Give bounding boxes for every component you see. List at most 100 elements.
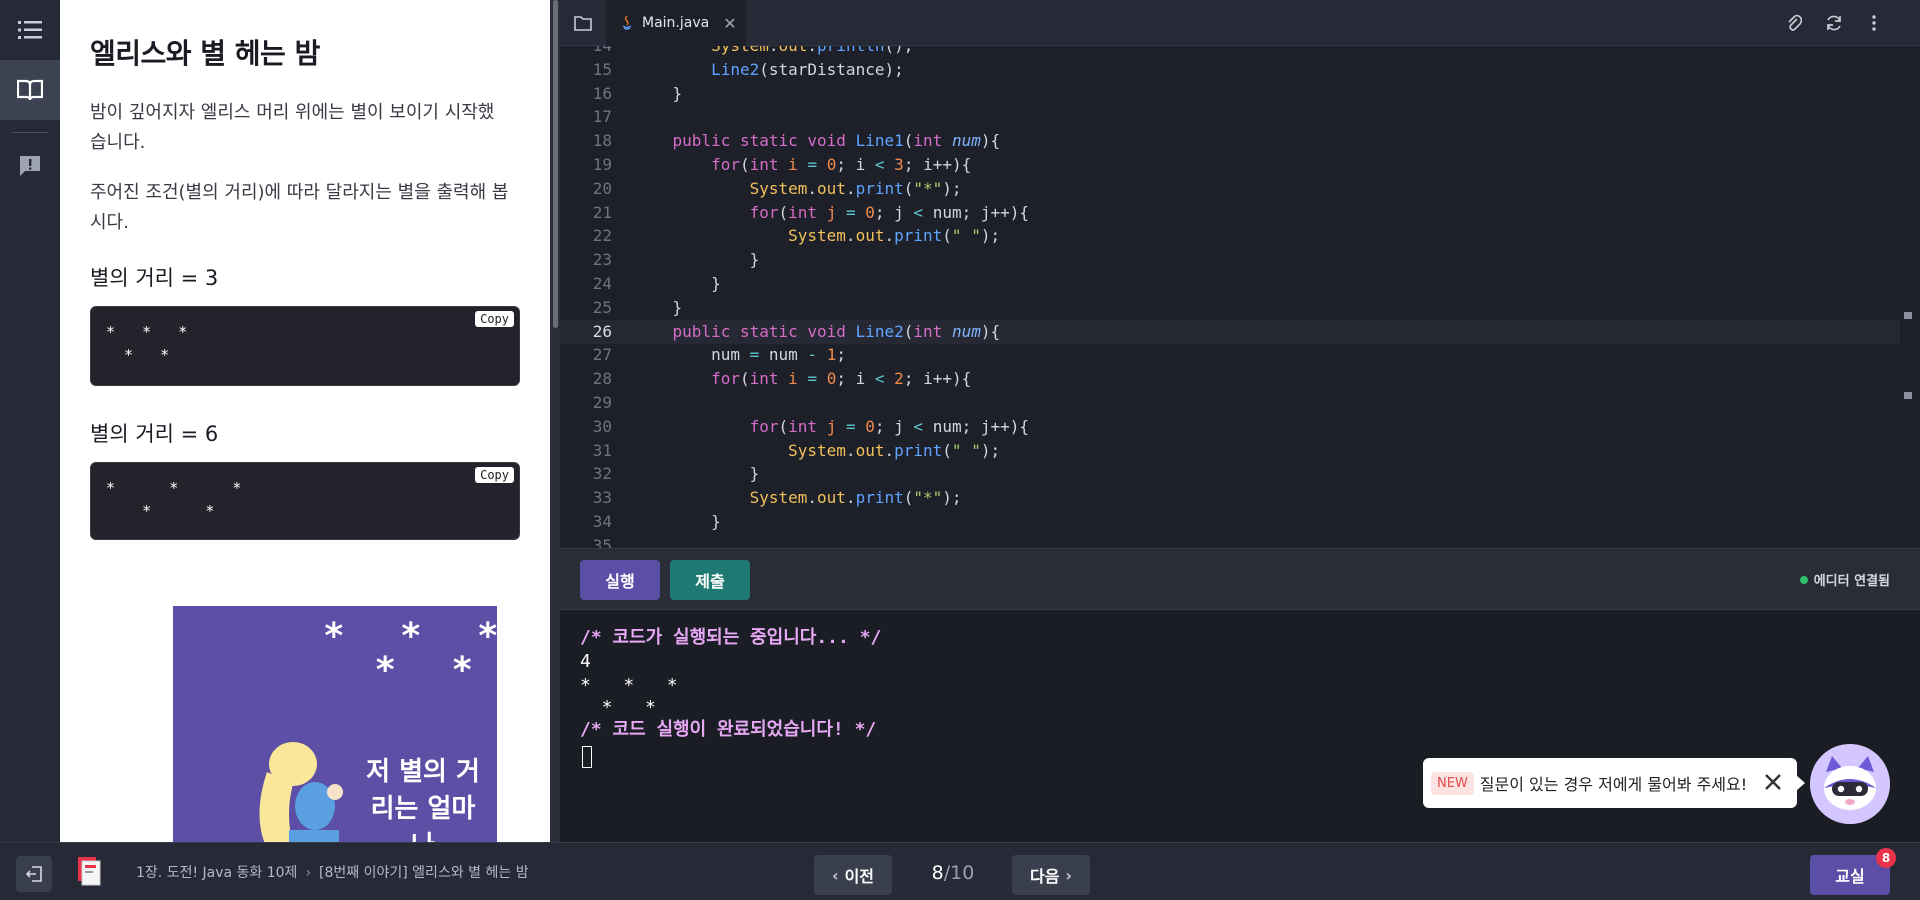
code-line[interactable]: 21 for(int j = 0; j < num; j++){ bbox=[560, 201, 1900, 225]
code-text: System.out.println(); bbox=[634, 46, 913, 58]
line-number: 25 bbox=[592, 297, 612, 317]
code-line[interactable]: 33 System.out.print("*"); bbox=[560, 486, 1900, 510]
classroom-badge: 8 bbox=[1876, 848, 1896, 868]
submit-button[interactable]: 제출 bbox=[670, 560, 750, 600]
run-button[interactable]: 실행 bbox=[580, 560, 660, 600]
line-number: 18 bbox=[592, 131, 612, 151]
curriculum-list-icon[interactable] bbox=[0, 0, 60, 60]
code-line[interactable]: 19 for(int i = 0; i < 3; i++){ bbox=[560, 153, 1900, 177]
copy-button[interactable]: Copy bbox=[475, 467, 514, 483]
breadcrumb-course[interactable]: 1장. 도전! Java 동화 10제 bbox=[136, 865, 297, 881]
example-heading-2: 별의 거리 = 6 bbox=[90, 422, 219, 446]
line-number: 33 bbox=[592, 488, 612, 508]
code-line[interactable]: 29 bbox=[560, 391, 1900, 415]
terminal-output-line: * * * bbox=[580, 675, 678, 696]
exit-icon[interactable] bbox=[16, 856, 52, 892]
line-number: 23 bbox=[592, 250, 612, 270]
lesson-paragraph-2: 주어진 조건(별의 거리)에 따라 달라지는 별을 출력해 봅시다. bbox=[90, 182, 509, 233]
code-line[interactable]: 14 System.out.println(); bbox=[560, 46, 1900, 58]
chat-message: 질문이 있는 경우 저에게 물어봐 주세요! bbox=[1479, 775, 1748, 794]
status-dot bbox=[1799, 575, 1808, 584]
assistant-avatar[interactable] bbox=[1810, 744, 1890, 824]
lesson-paragraph-1: 밤이 깊어지자 엘리스 머리 위에는 별이 보이기 시작했습니다. bbox=[90, 102, 495, 153]
example-output-1: * * * * * bbox=[106, 323, 188, 364]
code-line[interactable]: 32 } bbox=[560, 462, 1900, 486]
course-thumbnail bbox=[78, 857, 101, 886]
more-options-icon[interactable] bbox=[1862, 11, 1886, 35]
java-icon bbox=[622, 15, 632, 30]
close-icon[interactable]: ✕ bbox=[723, 14, 736, 33]
code-line[interactable]: 31 System.out.print(" "); bbox=[560, 439, 1900, 463]
close-icon[interactable] bbox=[1761, 770, 1785, 794]
code-line[interactable]: 22 System.out.print(" "); bbox=[560, 224, 1900, 248]
code-editor: Main.java ✕ 14 System.out.println();15 L… bbox=[560, 0, 1920, 548]
code-line[interactable]: 27 num = num - 1; bbox=[560, 343, 1900, 367]
line-number: 28 bbox=[592, 369, 612, 389]
code-text: num = num - 1; bbox=[634, 345, 846, 365]
code-line[interactable]: 17 bbox=[560, 105, 1900, 129]
terminal-cursor bbox=[582, 746, 592, 768]
code-line[interactable]: 34 } bbox=[560, 510, 1900, 534]
line-number: 26 bbox=[592, 321, 612, 341]
terminal-output-line: * * bbox=[580, 697, 656, 718]
terminal-output-line: 4 bbox=[580, 651, 591, 672]
lesson-panel: 엘리스와 별 헤는 밤 밤이 깊어지자 엘리스 머리 위에는 별이 보이기 시작… bbox=[60, 0, 550, 842]
scroll-marker bbox=[1904, 392, 1912, 399]
tab-main-java[interactable]: Main.java ✕ bbox=[606, 0, 746, 46]
code-text: for(int i = 0; i < 2; i++){ bbox=[711, 369, 972, 389]
code-text: for(int j = 0; j < num; j++){ bbox=[749, 202, 1030, 222]
code-line[interactable]: 18 public static void Line1(int num){ bbox=[560, 129, 1900, 153]
feedback-icon[interactable] bbox=[0, 136, 60, 196]
illustration-caption: 저 별의 거리는 얼마나 bbox=[366, 757, 480, 842]
code-text: } bbox=[634, 464, 760, 484]
lesson-scrollbar[interactable] bbox=[553, 0, 558, 328]
attach-icon[interactable] bbox=[1782, 11, 1806, 35]
example-output-2: * * * * * bbox=[106, 479, 242, 520]
chevron-left-icon: ‹ bbox=[831, 865, 839, 885]
line-number: 31 bbox=[592, 440, 612, 460]
lesson-title: 엘리스와 별 헤는 밤 bbox=[90, 37, 320, 70]
tab-label: Main.java bbox=[642, 15, 710, 31]
code-text: } bbox=[634, 274, 721, 293]
code-area[interactable]: 14 System.out.println();15 Line2(starDis… bbox=[560, 46, 1920, 548]
code-line[interactable]: 15 Line2(starDistance); bbox=[560, 58, 1900, 82]
folder-icon[interactable] bbox=[560, 0, 606, 46]
example-output-box-1: * * * * * Copy bbox=[90, 306, 520, 386]
chat-bubble[interactable]: NEW 질문이 있는 경우 저에게 물어봐 주세요! bbox=[1423, 758, 1805, 808]
line-number: 34 bbox=[592, 512, 612, 531]
breadcrumb-lesson[interactable]: [8번째 이야기] 엘리스와 별 헤는 밤 bbox=[319, 865, 529, 881]
illustration-stars: * * * * * bbox=[323, 616, 497, 691]
run-toolbar: 실행 제출 에디터 연결됨 bbox=[560, 548, 1920, 610]
line-number: 35 bbox=[592, 535, 612, 548]
refresh-icon[interactable] bbox=[1822, 11, 1846, 35]
line-number: 16 bbox=[592, 83, 612, 103]
book-icon[interactable] bbox=[0, 60, 60, 120]
code-line[interactable]: 16 } bbox=[560, 82, 1900, 106]
next-button[interactable]: 다음 › bbox=[1012, 855, 1090, 895]
code-text: } bbox=[634, 83, 683, 103]
editor-tabbar: Main.java ✕ bbox=[560, 0, 1920, 46]
code-text: public static void Line1(int num){ bbox=[672, 131, 1001, 151]
line-number: 22 bbox=[592, 226, 612, 246]
scroll-marker bbox=[1904, 312, 1912, 319]
code-line[interactable]: 24 } bbox=[560, 272, 1900, 296]
code-line[interactable]: 20 System.out.print("*"); bbox=[560, 177, 1900, 201]
code-text: System.out.print(" "); bbox=[788, 440, 1001, 460]
prev-button[interactable]: ‹ 이전 bbox=[814, 855, 892, 895]
example-output-box-2: * * * * * Copy bbox=[90, 462, 520, 540]
lesson-illustration: * * * * * 저 별의 거리는 얼마나 bbox=[173, 606, 497, 842]
page-indicator: 8/10 bbox=[930, 862, 976, 884]
code-line[interactable]: 28 for(int i = 0; i < 2; i++){ bbox=[560, 367, 1900, 391]
line-number: 27 bbox=[592, 345, 612, 365]
editor-status: 에디터 연결됨 bbox=[1799, 570, 1890, 589]
line-number: 14 bbox=[560, 46, 612, 58]
copy-button[interactable]: Copy bbox=[475, 311, 514, 327]
code-line[interactable]: 30 for(int j = 0; j < num; j++){ bbox=[560, 415, 1900, 439]
code-line[interactable]: 35 bbox=[560, 534, 1900, 548]
code-line[interactable]: 26 public static void Line2(int num){ bbox=[560, 319, 1900, 344]
code-line[interactable]: 25 } bbox=[560, 296, 1900, 320]
code-text: } bbox=[634, 512, 721, 531]
chevron-right-icon: › bbox=[305, 865, 312, 881]
terminal-comment-line: /* 코드가 실행되는 중입니다... */ bbox=[580, 627, 882, 648]
code-line[interactable]: 23 } bbox=[560, 248, 1900, 272]
